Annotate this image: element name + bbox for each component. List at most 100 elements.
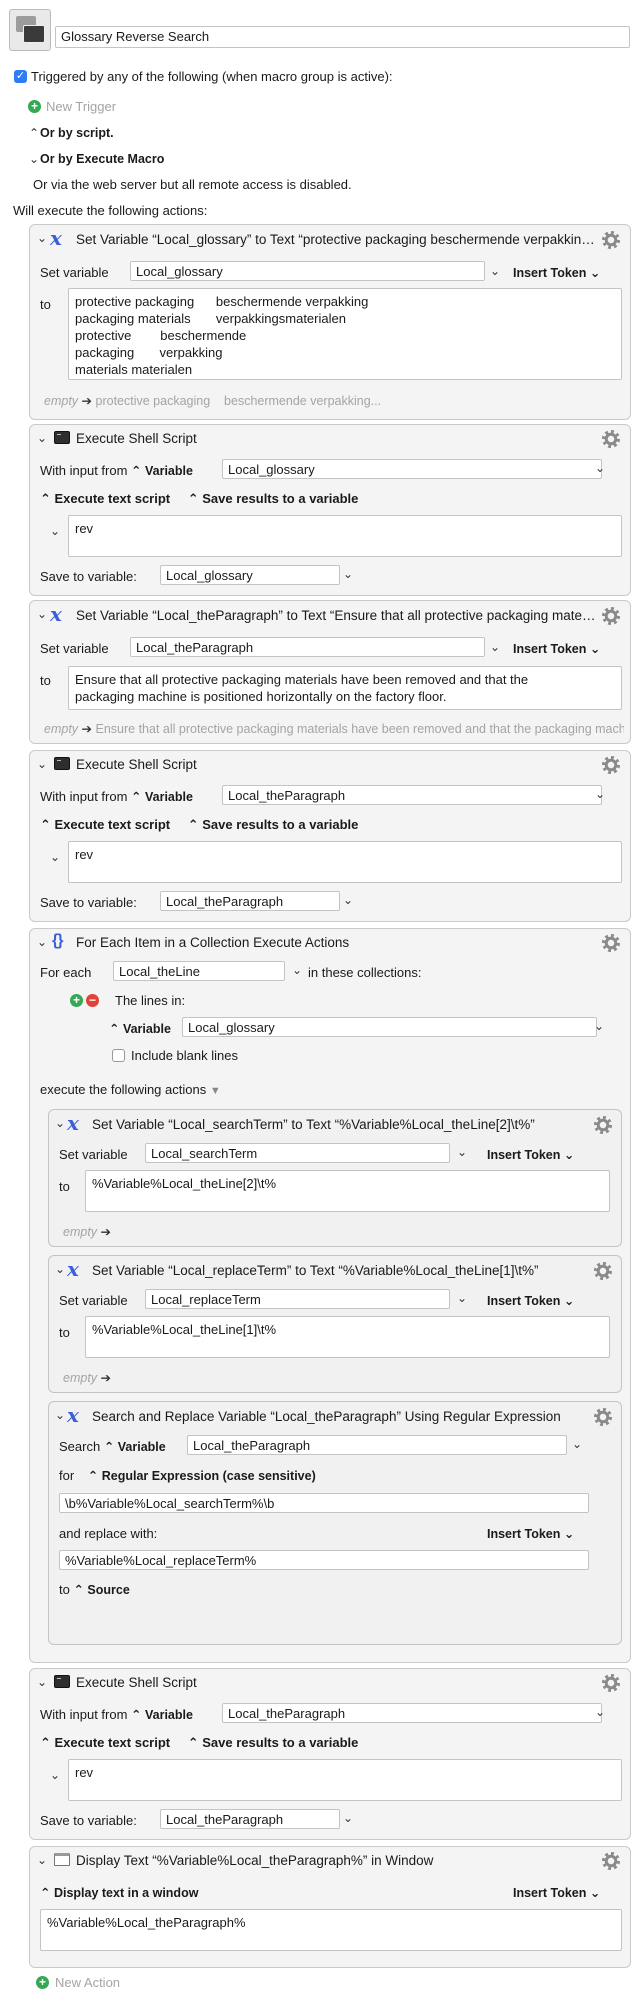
text-area[interactable]: %Variable%Local_theLine[2]\t% xyxy=(85,1170,610,1212)
collapse-chevron-icon[interactable]: ⌄ xyxy=(55,1262,65,1276)
script-area[interactable]: rev xyxy=(68,841,622,883)
execute-text-script-popup[interactable]: ⌃ Execute text script xyxy=(40,1735,170,1751)
save-variable-field[interactable]: Local_glossary xyxy=(160,565,340,585)
variable-name-field[interactable]: Local_replaceTerm xyxy=(145,1289,450,1309)
macro-icon[interactable] xyxy=(9,9,51,51)
macro-name-field[interactable]: Glossary Reverse Search xyxy=(55,26,630,48)
collection-variable-dropdown-icon[interactable]: ⌄ xyxy=(594,1019,604,1033)
variable-dropdown-icon[interactable]: ⌄ xyxy=(490,264,500,278)
gear-icon[interactable] xyxy=(602,1674,620,1692)
collection-source-popup[interactable]: ⌃ Variable xyxy=(109,1021,171,1036)
collapse-chevron-icon[interactable]: ⌄ xyxy=(37,231,47,245)
gear-icon[interactable] xyxy=(602,607,620,625)
variable-name-field[interactable]: Local_glossary xyxy=(130,261,485,281)
nested-search-replace[interactable]: ⌄ x Search and Replace Variable “Local_t… xyxy=(48,1401,622,1645)
text-area[interactable]: %Variable%Local_theLine[1]\t% xyxy=(85,1316,610,1358)
variable-name-field[interactable]: Local_searchTerm xyxy=(145,1143,450,1163)
save-variable-dropdown-icon[interactable]: ⌄ xyxy=(343,893,353,907)
input-variable-dropdown-icon[interactable]: ⌄ xyxy=(595,461,605,475)
action-title[interactable]: For Each Item in a Collection Execute Ac… xyxy=(76,935,576,950)
or-by-script[interactable]: Or by script. xyxy=(40,126,114,140)
action-display-text[interactable]: ⌄ Display Text “%Variable%Local_theParag… xyxy=(29,1846,631,1968)
insert-token-button[interactable]: Insert Token ⌄ xyxy=(513,1885,600,1900)
insert-token-button[interactable]: Insert Token ⌄ xyxy=(487,1293,574,1308)
variable-dropdown-icon[interactable]: ⌄ xyxy=(457,1291,467,1305)
collapse-chevron-icon[interactable]: ⌄ xyxy=(37,431,47,445)
insert-token-button[interactable]: Insert Token ⌄ xyxy=(513,265,600,280)
save-variable-dropdown-icon[interactable]: ⌄ xyxy=(343,1811,353,1825)
gear-icon[interactable] xyxy=(594,1408,612,1426)
action-title[interactable]: Search and Replace Variable “Local_thePa… xyxy=(92,1409,587,1424)
nested-set-variable-replaceterm[interactable]: ⌄ x Set Variable “Local_replaceTerm” to … xyxy=(48,1255,622,1393)
regex-pattern-field[interactable]: \b%Variable%Local_searchTerm%\b xyxy=(59,1493,589,1513)
action-title[interactable]: Execute Shell Script xyxy=(76,757,576,772)
save-results-popup[interactable]: ⌃ Save results to a variable xyxy=(188,1735,359,1751)
action-execute-shell-script[interactable]: ⌄ Execute Shell Script With input from ⌃… xyxy=(29,750,631,922)
collapse-chevron-icon[interactable]: ⌄ xyxy=(37,1853,47,1867)
new-action-button[interactable]: New Action xyxy=(55,1975,120,1990)
action-execute-shell-script[interactable]: ⌄ Execute Shell Script With input from ⌃… xyxy=(29,424,631,596)
script-area[interactable]: rev xyxy=(68,515,622,557)
execute-text-script-popup[interactable]: ⌃ Execute text script xyxy=(40,817,170,833)
text-area[interactable]: Ensure that all protective packaging mat… xyxy=(68,666,622,710)
input-variable-field[interactable]: Local_theParagraph xyxy=(222,1703,602,1723)
variable-name-field[interactable]: Local_theParagraph xyxy=(130,637,485,657)
collapse-chevron-icon[interactable]: ⌄ xyxy=(55,1116,65,1130)
save-results-popup[interactable]: ⌃ Save results to a variable xyxy=(188,491,359,507)
triggered-checkbox[interactable]: ✓ xyxy=(14,70,27,83)
action-title[interactable]: Set Variable “Local_searchTerm” to Text … xyxy=(92,1117,587,1132)
gear-icon[interactable] xyxy=(602,1852,620,1870)
remove-collection-icon[interactable]: − xyxy=(86,994,99,1007)
collection-variable-field[interactable]: Local_glossary xyxy=(182,1017,597,1037)
text-area[interactable]: protective packaging beschermende verpak… xyxy=(68,288,622,380)
gear-icon[interactable] xyxy=(602,934,620,952)
input-variable-field[interactable]: Local_theParagraph xyxy=(222,785,602,805)
display-text-area[interactable]: %Variable%Local_theParagraph% xyxy=(40,1909,622,1951)
gear-icon[interactable] xyxy=(602,756,620,774)
include-blank-lines-checkbox[interactable] xyxy=(112,1049,125,1062)
or-by-execute-macro[interactable]: Or by Execute Macro xyxy=(40,152,164,166)
insert-token-button[interactable]: Insert Token ⌄ xyxy=(487,1526,574,1541)
gear-icon[interactable] xyxy=(594,1116,612,1134)
new-trigger-button[interactable]: New Trigger xyxy=(46,99,116,114)
insert-token-button[interactable]: Insert Token ⌄ xyxy=(487,1147,574,1162)
input-variable-field[interactable]: Local_glossary xyxy=(222,459,602,479)
save-variable-dropdown-icon[interactable]: ⌄ xyxy=(343,567,353,581)
new-action-icon[interactable]: + xyxy=(36,1976,49,1989)
script-chevron-icon[interactable]: ⌄ xyxy=(50,524,60,538)
variable-dropdown-icon[interactable]: ⌄ xyxy=(457,1145,467,1159)
gear-icon[interactable] xyxy=(602,231,620,249)
collapse-chevron-icon[interactable]: ⌄ xyxy=(37,607,47,621)
action-title[interactable]: Set Variable “Local_glossary” to Text “p… xyxy=(76,232,596,247)
action-title[interactable]: Set Variable “Local_replaceTerm” to Text… xyxy=(92,1263,587,1278)
save-variable-field[interactable]: Local_theParagraph xyxy=(160,1809,340,1829)
action-title[interactable]: Execute Shell Script xyxy=(76,431,576,446)
gear-icon[interactable] xyxy=(594,1262,612,1280)
input-variable-dropdown-icon[interactable]: ⌄ xyxy=(595,787,605,801)
script-chevron-icon[interactable]: ⌄ xyxy=(50,850,60,864)
add-collection-icon[interactable]: + xyxy=(70,994,83,1007)
save-variable-field[interactable]: Local_theParagraph xyxy=(160,891,340,911)
search-variable-dropdown-icon[interactable]: ⌄ xyxy=(572,1437,582,1451)
script-chevron-icon[interactable]: ⌄ xyxy=(50,1768,60,1782)
collapse-chevron-icon[interactable]: ⌄ xyxy=(55,1408,65,1422)
gear-icon[interactable] xyxy=(602,430,620,448)
new-trigger-icon[interactable]: + xyxy=(28,100,41,113)
nested-set-variable-searchterm[interactable]: ⌄ x Set Variable “Local_searchTerm” to T… xyxy=(48,1109,622,1247)
script-area[interactable]: rev xyxy=(68,1759,622,1801)
loop-variable-dropdown-icon[interactable]: ⌄ xyxy=(292,963,302,977)
collapse-chevron-icon[interactable]: ⌄ xyxy=(37,757,47,771)
action-for-each[interactable]: ⌄ {} For Each Item in a Collection Execu… xyxy=(29,928,631,1663)
input-variable-dropdown-icon[interactable]: ⌄ xyxy=(595,1705,605,1719)
action-title[interactable]: Execute Shell Script xyxy=(76,1675,576,1690)
action-title[interactable]: Display Text “%Variable%Local_theParagra… xyxy=(76,1853,576,1868)
collapse-chevron-icon[interactable]: ⌄ xyxy=(37,1675,47,1689)
replacement-field[interactable]: %Variable%Local_replaceTerm% xyxy=(59,1550,589,1570)
loop-variable-field[interactable]: Local_theLine xyxy=(113,961,285,981)
insert-token-button[interactable]: Insert Token ⌄ xyxy=(513,641,600,656)
variable-dropdown-icon[interactable]: ⌄ xyxy=(490,640,500,654)
action-set-variable-glossary[interactable]: ⌄ x Set Variable “Local_glossary” to Tex… xyxy=(29,224,631,420)
search-variable-field[interactable]: Local_theParagraph xyxy=(187,1435,567,1455)
search-source-popup[interactable]: ⌃ Variable xyxy=(104,1440,166,1454)
action-set-variable-paragraph[interactable]: ⌄ x Set Variable “Local_theParagraph” to… xyxy=(29,600,631,744)
